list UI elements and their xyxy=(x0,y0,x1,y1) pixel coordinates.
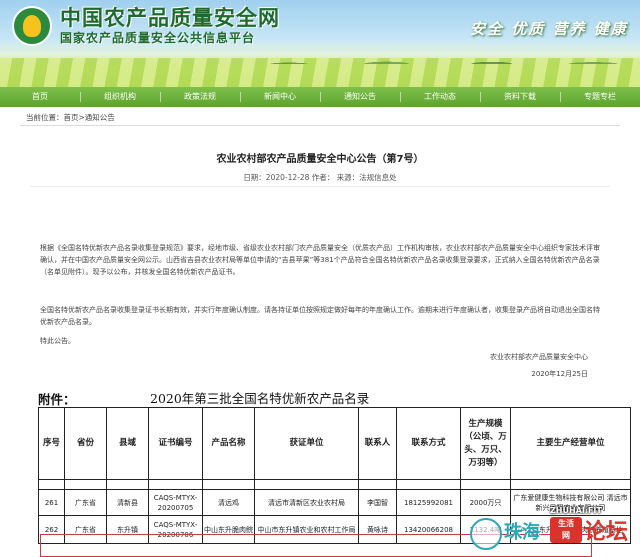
site-slogan: 安全 优质 营养 健康 xyxy=(470,20,628,38)
main-nav: 首页 组织机构 政策法规 新闻中心 通知公告 工作动态 资料下载 专题专栏 xyxy=(0,87,640,107)
site-banner: 中国农产品质量安全网 国家农产品质量安全公共信息平台 安全 优质 营养 健康 xyxy=(0,0,640,87)
breadcrumb-prefix: 当前位置： xyxy=(26,113,64,122)
table-cell: 中山市东升镇农业和农村工作局 xyxy=(254,515,359,544)
site-logo-icon[interactable] xyxy=(12,6,52,46)
column-header: 省份 xyxy=(64,407,107,480)
table-cell: 黄咏诗 xyxy=(358,515,397,544)
article-title: 农业农村部农产品质量安全中心公告（第7号） xyxy=(216,154,424,165)
watermark-tag-line: 生活 xyxy=(558,519,574,528)
watermark-big-text: 论坛 xyxy=(584,520,629,545)
watermark-tag-line: 网 xyxy=(562,531,570,540)
column-header: 县域 xyxy=(106,407,149,480)
meta-divider xyxy=(30,186,610,187)
article-signature-org: 农业农村部农产品质量安全中心 xyxy=(490,353,588,361)
article-paragraph: 特此公告。 xyxy=(40,337,75,345)
column-header: 联系方式 xyxy=(396,407,461,480)
forum-watermark: 珠海 生活 网 论坛 xyxy=(470,512,635,552)
nav-item-notices[interactable]: 通知公告 xyxy=(320,87,400,107)
tower-logo-icon xyxy=(470,518,502,550)
nav-item-special-topics[interactable]: 专题专栏 xyxy=(560,87,640,107)
table-header-row: 序号 省份 县域 证书编号 产品名称 获证单位 联系人 联系方式 生产规模（公顷… xyxy=(38,407,631,480)
attachment-label: 附件： xyxy=(38,392,76,407)
breadcrumb: 当前位置：首页>通知公告 xyxy=(26,112,115,123)
table-cell: 13420066208 xyxy=(396,515,461,544)
table-cell: 清远鸡 xyxy=(202,489,255,516)
column-header: 生产规模（公顷、万头、万只、万羽等） xyxy=(460,407,511,480)
article-paragraph: 全国名特优新农产品名录收集登录证书长期有效，并实行年度确认制度。请各持证单位按照… xyxy=(40,306,600,326)
table-cell: 东升镇 xyxy=(106,515,149,544)
column-header: 证书编号 xyxy=(148,407,203,480)
table-cell: 中山东升脆肉鲩 xyxy=(202,515,255,544)
table-cell: 262 xyxy=(38,515,65,544)
article-paragraph: 根据《全国名特优新农产品名录收集登录规范》要求，经地市级、省级农业农村部门农产品… xyxy=(40,244,600,276)
attachment-title: 2020年第三批全国名特优新农产品名录 xyxy=(150,391,370,406)
breadcrumb-divider xyxy=(20,125,620,126)
table-cell: 清新县 xyxy=(106,489,149,516)
article-signature-date: 2020年12月25日 xyxy=(531,370,588,378)
column-header: 序号 xyxy=(38,407,65,480)
site-title[interactable]: 中国农产品质量安全网 xyxy=(60,2,280,32)
site-subtitle: 国家农产品质量安全公共信息平台 xyxy=(60,31,256,45)
breadcrumb-section-link[interactable]: 通知公告 xyxy=(85,113,115,122)
column-header: 联系人 xyxy=(358,407,397,480)
column-header: 产品名称 xyxy=(202,407,255,480)
column-header: 获证单位 xyxy=(254,407,359,480)
table-cell: 广东省 xyxy=(64,515,107,544)
table-cell: CAQS-MTYX-20200706 xyxy=(148,515,203,544)
breadcrumb-home-link[interactable]: 首页 xyxy=(64,113,79,122)
table-cell: 李国智 xyxy=(358,489,397,516)
table-cell: 18125992081 xyxy=(396,489,461,516)
nav-item-news[interactable]: 新闻中心 xyxy=(240,87,320,107)
column-header: 主要生产经营单位 xyxy=(510,407,631,480)
nav-item-downloads[interactable]: 资料下载 xyxy=(480,87,560,107)
nav-item-policies[interactable]: 政策法规 xyxy=(160,87,240,107)
article-meta: 日期：2020-12-28 作者： 来源：法规信息处 xyxy=(243,173,397,182)
banner-trees-bg xyxy=(250,38,640,64)
watermark-tag: 生活 网 xyxy=(550,517,582,543)
nav-item-home[interactable]: 首页 xyxy=(0,87,80,107)
table-cell: 261 xyxy=(38,489,65,516)
table-gap-row xyxy=(38,479,631,490)
nav-item-work-updates[interactable]: 工作动态 xyxy=(400,87,480,107)
watermark-text: 珠海 xyxy=(504,522,540,543)
table-cell: 清远市清新区农业农村局 xyxy=(254,489,359,516)
table-cell: CAQS-MTYX-20200705 xyxy=(148,489,203,516)
nav-item-organization[interactable]: 组织机构 xyxy=(80,87,160,107)
table-cell: 广东省 xyxy=(64,489,107,516)
